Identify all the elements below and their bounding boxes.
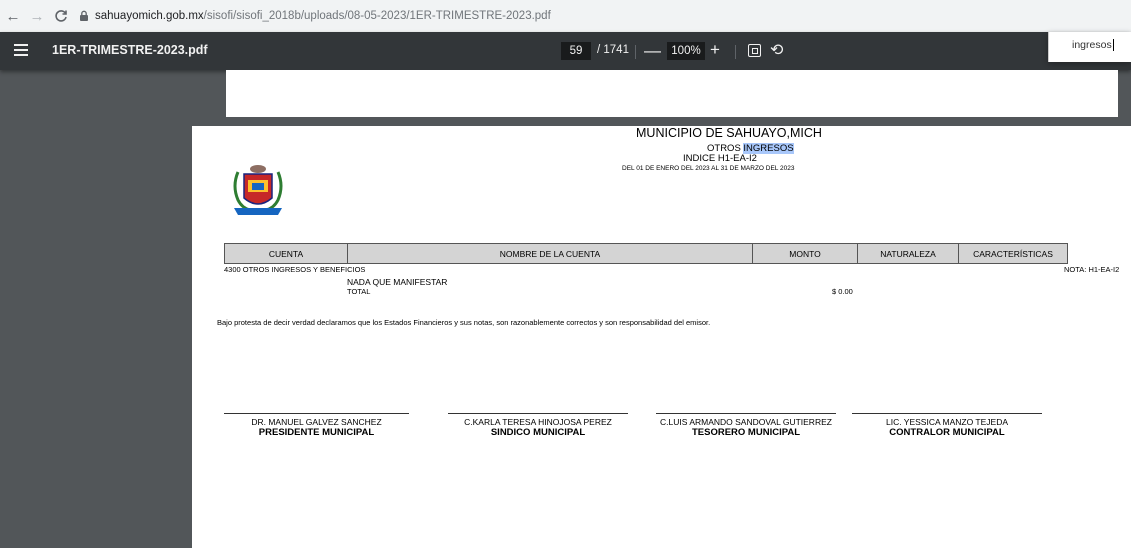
signer-role: SINDICO MUNICIPAL xyxy=(490,427,586,438)
signature-block: C.LUIS ARMANDO SANDOVAL GUTIERREZ TESORE… xyxy=(656,413,836,438)
zoom-out-button[interactable]: — xyxy=(644,41,661,61)
find-in-page-input[interactable]: ingresos xyxy=(1048,32,1131,62)
reload-icon[interactable] xyxy=(50,5,72,27)
index-code: INDICE H1-EA-I2 xyxy=(683,153,757,164)
accounts-table: CUENTA NOMBRE DE LA CUENTA MONTO NATURAL… xyxy=(224,243,1068,264)
signature-block: LIC. YESSICA MANZO TEJEDA CONTRALOR MUNI… xyxy=(852,413,1042,438)
period-text: DEL 01 DE ENERO DEL 2023 AL 31 DE MARZO … xyxy=(622,165,795,172)
table-header: CARACTERÍSTICAS xyxy=(958,243,1068,264)
previous-page xyxy=(226,70,1118,117)
zoom-level-input[interactable]: 100% xyxy=(667,42,705,60)
signer-name: C.KARLA TERESA HINOJOSA PEREZ xyxy=(464,417,612,427)
pdf-page: MUNICIPIO DE SAHUAYO,MICH OTROS INGRESOS… xyxy=(192,126,1131,548)
signer-role: CONTRALOR MUNICIPAL xyxy=(889,427,1005,438)
url-field[interactable]: sahuayomich.gob.mx/sisofi/sisofi_2018b/u… xyxy=(78,10,551,22)
note-reference: NOTA: H1-EA-I2 xyxy=(1064,265,1120,274)
nothing-to-declare: NADA QUE MANIFESTAR xyxy=(347,277,448,287)
page-total: / 1741 xyxy=(597,44,629,56)
toolbar-divider xyxy=(635,45,636,59)
declaration-text: Bajo protesta de decir verdad declaramos… xyxy=(217,318,711,327)
municipal-seal-image xyxy=(233,165,283,215)
zoom-in-button[interactable]: + xyxy=(710,40,720,60)
signature-block: C.KARLA TERESA HINOJOSA PEREZ SINDICO MU… xyxy=(448,413,628,438)
table-header: NOMBRE DE LA CUENTA xyxy=(347,243,753,264)
total-label: TOTAL xyxy=(347,287,371,296)
browser-address-bar: ← → sahuayomich.gob.mx/sisofi/sisofi_201… xyxy=(0,0,1131,32)
signer-name: LIC. YESSICA MANZO TEJEDA xyxy=(885,417,1009,427)
rotate-icon[interactable]: ⟲ xyxy=(770,40,783,60)
fit-to-page-icon[interactable] xyxy=(748,44,761,57)
forward-arrow-icon[interactable]: → xyxy=(26,5,48,27)
back-arrow-icon[interactable]: ← xyxy=(2,5,24,27)
lock-icon xyxy=(80,10,88,21)
table-header: MONTO xyxy=(752,243,858,264)
table-header: NATURALEZA xyxy=(857,243,959,264)
find-input-value: ingresos xyxy=(1072,39,1112,51)
signer-name: C.LUIS ARMANDO SANDOVAL GUTIERREZ xyxy=(660,417,832,427)
pdf-toolbar: 1ER-TRIMESTRE-2023.pdf 59 / 1741 — 100% … xyxy=(0,32,1131,70)
signer-role: PRESIDENTE MUNICIPAL xyxy=(258,427,375,438)
url-host: sahuayomich.gob.mx xyxy=(95,10,204,22)
signer-role: TESORERO MUNICIPAL xyxy=(691,427,801,438)
url-path: /sisofi/sisofi_2018b/uploads/08-05-2023/… xyxy=(203,10,551,22)
menu-icon[interactable] xyxy=(14,44,28,56)
page-number-input[interactable]: 59 xyxy=(561,42,591,60)
signature-block: DR. MANUEL GALVEZ SANCHEZ PRESIDENTE MUN… xyxy=(224,413,409,438)
total-amount: $ 0.00 xyxy=(832,287,853,296)
table-header: CUENTA xyxy=(224,243,348,264)
document-title: 1ER-TRIMESTRE-2023.pdf xyxy=(52,43,208,57)
signer-name: DR. MANUEL GALVEZ SANCHEZ xyxy=(251,417,382,427)
toolbar-divider xyxy=(735,45,736,59)
account-row: 4300 OTROS INGRESOS Y BENEFICIOS xyxy=(224,265,366,274)
municipality-title: MUNICIPIO DE SAHUAYO,MICH xyxy=(636,126,822,140)
